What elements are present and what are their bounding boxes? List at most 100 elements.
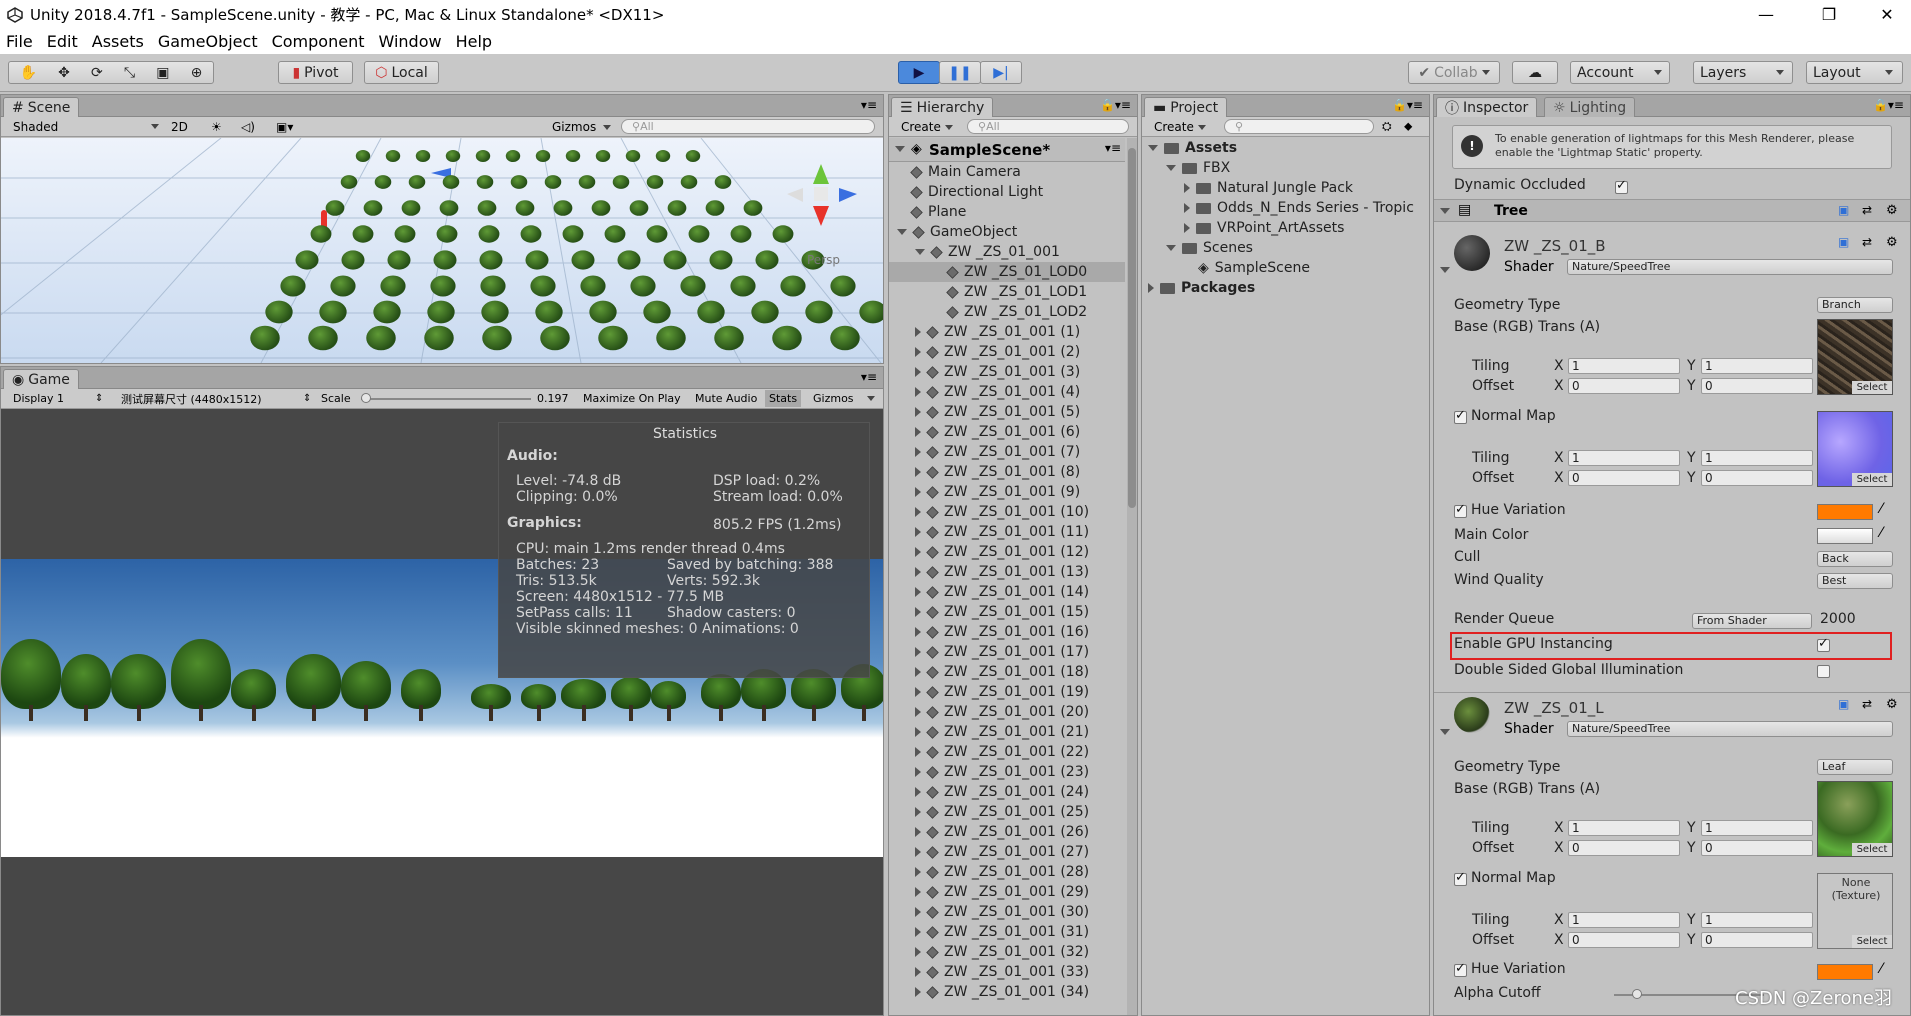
collapsed-arrow-icon[interactable] [915,467,921,477]
project-search-input[interactable]: ⚲ [1224,119,1374,134]
double-sided-gi-checkbox[interactable] [1817,665,1830,678]
scene-header-row[interactable]: ◈ SampleScene* ▾≡ [889,138,1125,162]
tab-hierarchy[interactable]: ☰ Hierarchy [891,97,994,117]
collab-dropdown[interactable]: ✔ Collab [1408,61,1500,84]
expand-arrow-icon[interactable] [1148,145,1158,151]
tab-project[interactable]: ▬ Project [1144,97,1228,117]
pause-button[interactable]: ❚❚ [939,61,981,84]
hierarchy-item[interactable]: ZW _ZS_01_001 (26) [889,822,1125,842]
collapsed-arrow-icon[interactable] [915,327,921,337]
select-button[interactable]: Select [1852,381,1892,394]
play-button[interactable]: ▶ [898,61,940,84]
normal-map-slot-empty[interactable]: None (Texture) Select [1817,873,1893,949]
select-button[interactable]: Select [1852,935,1892,948]
project-item[interactable]: Natural Jungle Pack [1142,178,1353,198]
menu-window[interactable]: Window [378,32,441,51]
cloud-button[interactable]: ☁ [1512,61,1558,84]
layout-dropdown[interactable]: Layout [1806,61,1903,84]
gpu-instancing-checkbox[interactable] [1817,636,1830,652]
normal-map-checkbox[interactable] [1454,870,1467,886]
collapsed-arrow-icon[interactable] [915,647,921,657]
account-dropdown[interactable]: Account [1570,61,1670,84]
render-queue-value[interactable]: 2000 [1817,612,1893,628]
hierarchy-search-input[interactable]: ⚲All [967,119,1129,134]
tiling-x-field[interactable]: 1 [1568,450,1680,466]
collapsed-arrow-icon[interactable] [915,587,921,597]
hierarchy-item[interactable]: ZW _ZS_01_LOD0 [889,262,1125,282]
collapse-arrow-icon[interactable] [1440,208,1450,214]
select-button[interactable]: Select [1852,843,1892,856]
hue-variation-checkbox[interactable] [1454,961,1467,977]
collapsed-arrow-icon[interactable] [915,887,921,897]
tiling-x-field[interactable]: 1 [1568,912,1680,928]
hierarchy-item[interactable]: Directional Light [889,182,1125,202]
offset-y-field[interactable]: 0 [1701,470,1813,486]
hierarchy-item[interactable]: ZW _ZS_01_001 (20) [889,702,1125,722]
select-button[interactable]: Select [1852,473,1892,486]
preset-icon[interactable]: ⇄ [1862,697,1872,711]
menu-edit[interactable]: Edit [47,32,78,51]
collapsed-arrow-icon[interactable] [915,547,921,557]
hue-color-swatch[interactable] [1817,504,1873,520]
shader-dropdown[interactable]: Nature/SpeedTree [1567,721,1893,737]
collapsed-arrow-icon[interactable] [915,667,921,677]
create-dropdown[interactable]: Create [901,120,953,134]
scene-menu-icon[interactable]: ▾≡ [1105,141,1121,155]
hierarchy-item[interactable]: ZW _ZS_01_001 (27) [889,842,1125,862]
maximize-button[interactable]: ❐ [1806,0,1852,29]
main-color-swatch[interactable] [1817,528,1873,544]
hierarchy-item[interactable]: ZW _ZS_01_001 (9) [889,482,1125,502]
collapsed-arrow-icon[interactable] [915,627,921,637]
project-item[interactable]: VRPoint_ArtAssets [1142,218,1344,238]
hierarchy-item[interactable]: Main Camera [889,162,1125,182]
hierarchy-item[interactable]: ZW _ZS_01_001 (32) [889,942,1125,962]
collapsed-arrow-icon[interactable] [915,927,921,937]
geometry-type-dropdown[interactable]: Leaf [1817,759,1893,775]
stats-button[interactable]: Stats [765,390,802,407]
menu-file[interactable]: File [6,32,33,51]
tiling-y-field[interactable]: 1 [1701,912,1813,928]
hierarchy-item[interactable]: ZW _ZS_01_001 (5) [889,402,1125,422]
hierarchy-item[interactable]: ZW _ZS_01_001 (15) [889,602,1125,622]
gizmos-dropdown[interactable]: Gizmos [813,392,854,405]
transform-tool-icon[interactable]: ⊕ [191,65,203,81]
scale-slider[interactable] [361,398,531,400]
panel-menu-icon[interactable]: 🔒▾≡ [1873,98,1904,112]
cull-dropdown[interactable]: Back [1817,551,1893,567]
collapsed-arrow-icon[interactable] [915,947,921,957]
hierarchy-item[interactable]: ZW _ZS_01_001 (11) [889,522,1125,542]
base-texture-slot[interactable]: Select [1817,319,1893,395]
persp-label[interactable]: Persp [807,253,840,267]
audio-toggle-icon[interactable]: ◁) [241,120,255,134]
collapsed-arrow-icon[interactable] [915,427,921,437]
maximize-on-play-button[interactable]: Maximize On Play [583,392,681,405]
collapse-arrow-icon[interactable] [1440,729,1450,735]
hue-color-swatch[interactable] [1817,964,1873,980]
collapsed-arrow-icon[interactable] [1184,203,1190,213]
offset-y-field[interactable]: 0 [1701,378,1813,394]
hierarchy-item[interactable]: ZW _ZS_01_001 (23) [889,762,1125,782]
collapsed-arrow-icon[interactable] [915,727,921,737]
effects-icon[interactable]: ▣▾ [276,120,293,134]
hierarchy-item[interactable]: ZW _ZS_01_001 (13) [889,562,1125,582]
hierarchy-item[interactable]: ZW _ZS_01_001 (10) [889,502,1125,522]
collapsed-arrow-icon[interactable] [915,967,921,977]
collapsed-arrow-icon[interactable] [915,607,921,617]
project-item[interactable]: Odds_N_Ends Series - Tropic [1142,198,1414,218]
hierarchy-item[interactable]: ZW _ZS_01_LOD2 [889,302,1125,322]
shading-dropdown[interactable]: Shaded [13,120,58,134]
offset-x-field[interactable]: 0 [1568,378,1680,394]
hierarchy-scrollbar[interactable] [1127,138,1137,1015]
scale-slider-handle[interactable] [361,393,371,403]
hierarchy-item[interactable]: ZW _ZS_01_001 (7) [889,442,1125,462]
project-item[interactable]: Assets [1142,138,1237,158]
pivot-button[interactable]: ▮ Pivot [278,61,353,84]
rect-tool-icon[interactable]: ▣ [156,65,169,81]
minimize-button[interactable]: — [1743,0,1789,29]
hierarchy-item[interactable]: ZW _ZS_01_001 (12) [889,542,1125,562]
hierarchy-item[interactable]: ZW _ZS_01_001 (16) [889,622,1125,642]
eyedropper-icon[interactable]: ⁄ [1880,501,1882,517]
step-button[interactable]: ▶| [980,61,1022,84]
mute-audio-button[interactable]: Mute Audio [695,392,757,405]
tiling-y-field[interactable]: 1 [1701,450,1813,466]
